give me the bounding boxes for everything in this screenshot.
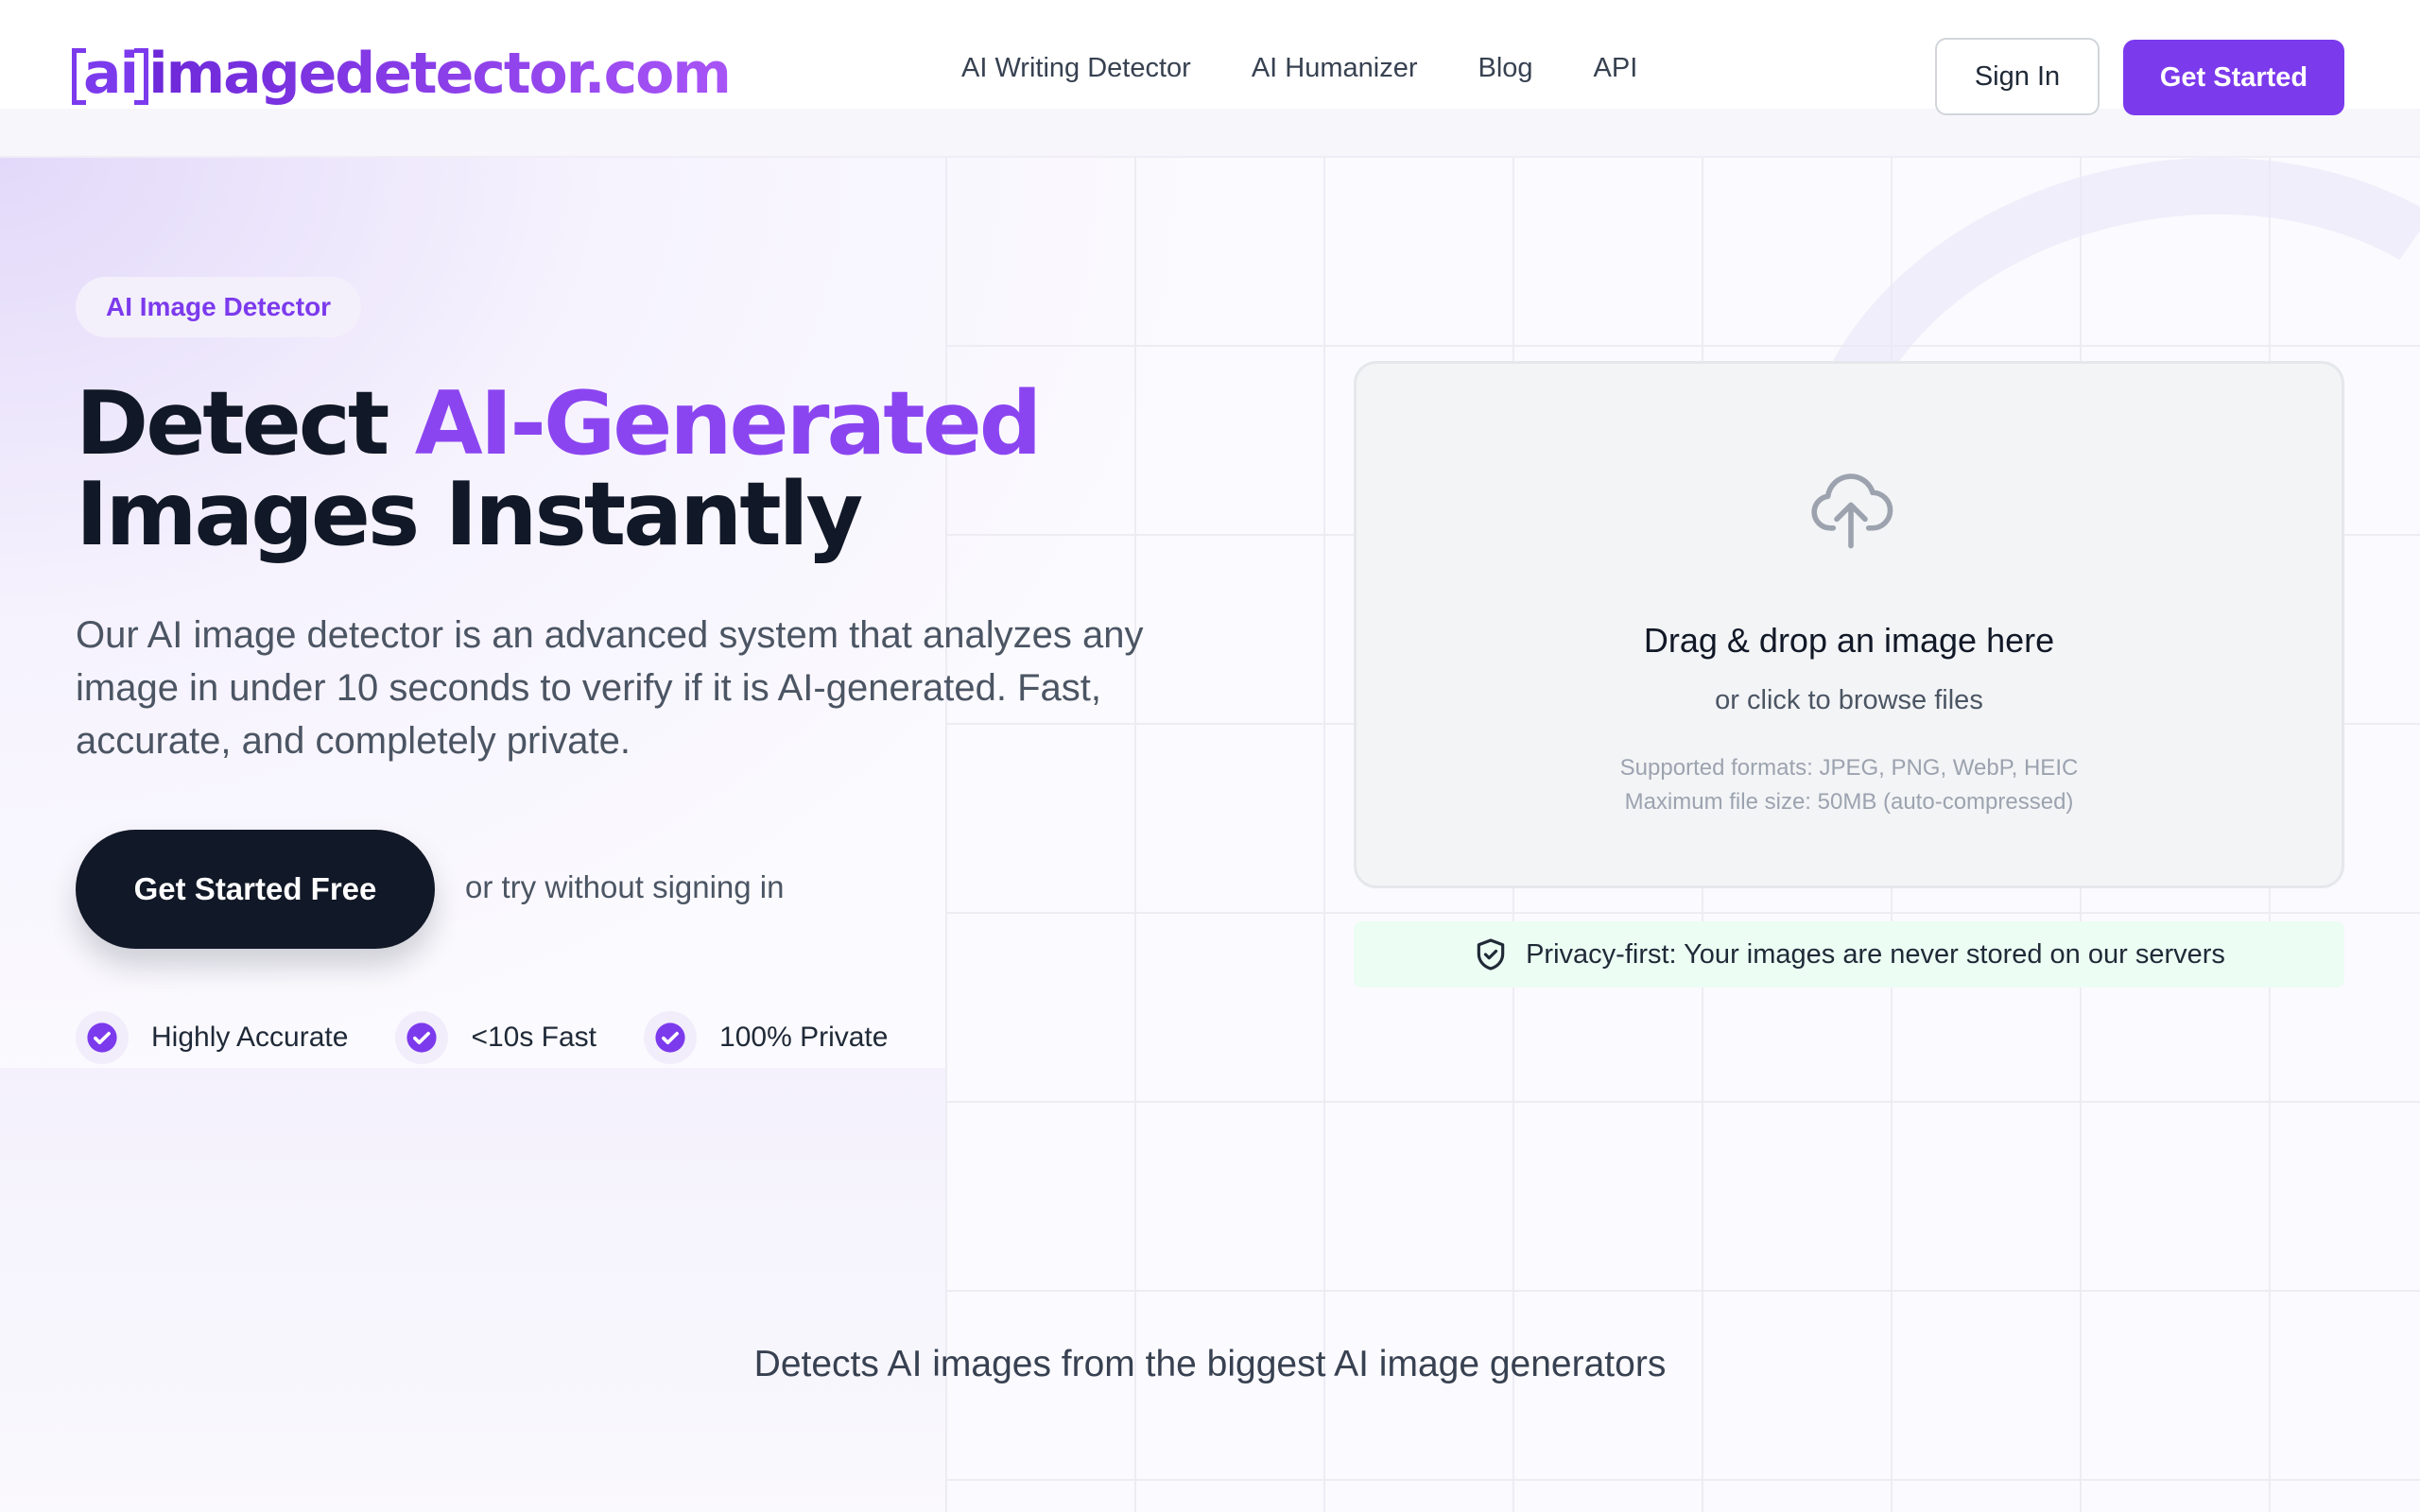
get-started-button[interactable]: Get Started [2123, 40, 2344, 115]
feature-list: Highly Accurate <10s Fast 100% Private [76, 1011, 888, 1064]
logo-ai-mark: ai [71, 41, 149, 107]
title-part-1: Detect [76, 372, 415, 474]
nav-ai-humanizer[interactable]: AI Humanizer [1252, 53, 1418, 84]
nav-blog[interactable]: Blog [1478, 53, 1533, 84]
feature-label: 100% Private [719, 1022, 889, 1053]
nav-ai-writing-detector[interactable]: AI Writing Detector [961, 53, 1191, 84]
max-file-size: Maximum file size: 50MB (auto-compressed… [1624, 789, 2074, 815]
sign-in-button[interactable]: Sign In [1935, 38, 2100, 115]
check-circle-icon [644, 1011, 698, 1064]
background-panel [0, 1068, 945, 1512]
feature-item: <10s Fast [395, 1011, 596, 1064]
feature-label: <10s Fast [471, 1022, 597, 1053]
feature-item: Highly Accurate [76, 1011, 348, 1064]
title-accent: AI-Generated [414, 372, 1043, 474]
dropzone-title: Drag & drop an image here [1643, 621, 2055, 660]
site-header: ai imagedetector.com AI Writing Detector… [0, 0, 2420, 158]
get-started-free-button[interactable]: Get Started Free [76, 830, 435, 949]
hero-badge: AI Image Detector [76, 277, 362, 337]
generators-heading: Detects AI images from the biggest AI im… [753, 1344, 1667, 1384]
check-circle-icon [395, 1011, 449, 1064]
image-dropzone[interactable]: Drag & drop an image here or click to br… [1354, 361, 2344, 888]
privacy-notice: Privacy-first: Your images are never sto… [1354, 921, 2344, 988]
site-logo[interactable]: ai imagedetector.com [71, 34, 732, 113]
privacy-text: Privacy-first: Your images are never sto… [1526, 938, 2225, 970]
nav-api[interactable]: API [1594, 53, 1638, 84]
header-band [0, 109, 2420, 156]
cloud-upload-icon [1811, 473, 1893, 549]
page-title: Detect AI-Generated Images Instantly [76, 378, 1210, 559]
shield-check-icon [1477, 938, 1505, 971]
supported-formats: Supported formats: JPEG, PNG, WebP, HEIC [1619, 755, 2079, 781]
try-without-signin-link[interactable]: or try without signing in [465, 869, 785, 905]
check-circle-icon [76, 1011, 129, 1064]
main-nav: AI Writing Detector AI Humanizer Blog AP… [961, 53, 1637, 84]
feature-label: Highly Accurate [151, 1022, 349, 1053]
logo-text: imagedetector.com [148, 41, 732, 107]
hero-description: Our AI image detector is an advanced sys… [76, 614, 1144, 762]
title-part-2: Images Instantly [76, 463, 863, 565]
feature-item: 100% Private [644, 1011, 888, 1064]
browse-files-link[interactable]: or click to browse files [1357, 685, 2342, 716]
